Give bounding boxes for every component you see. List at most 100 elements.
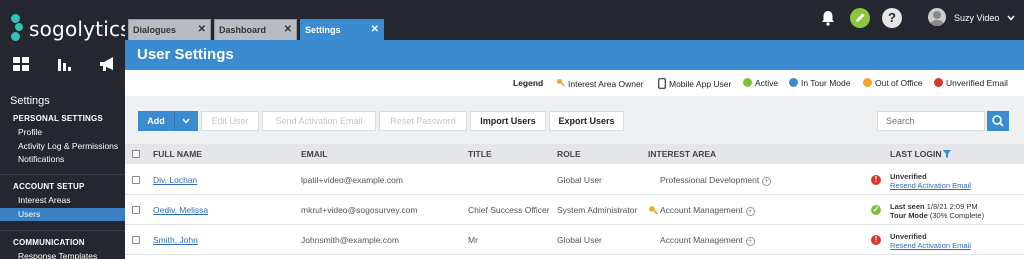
close-tab-icon[interactable]: ✕: [371, 24, 379, 35]
edit-user-button[interactable]: Edit User: [201, 111, 259, 131]
dashboard-grid-icon[interactable]: [12, 56, 30, 72]
last-login: Unverified Resend Activation Email: [890, 172, 971, 190]
edit-pencil-icon[interactable]: [850, 8, 870, 28]
user-name[interactable]: Suzy Video: [954, 13, 999, 23]
add-button[interactable]: Add: [138, 111, 174, 131]
reset-password-button[interactable]: Reset Password: [379, 111, 467, 131]
tab-label: Dialogues: [133, 25, 177, 35]
user-title: Chief Success Officer: [468, 205, 550, 215]
row-checkbox[interactable]: [132, 206, 140, 214]
bar-chart-icon[interactable]: [55, 56, 73, 72]
send-activation-email-button[interactable]: Send Activation Email: [262, 111, 376, 131]
unverified-icon: !: [871, 175, 881, 185]
user-interest-area: Account Management +: [660, 235, 755, 246]
mobile-icon: [658, 78, 666, 89]
filter-icon[interactable]: [943, 150, 951, 158]
user-email: mkrut+video@sogosurvey.com: [301, 205, 418, 215]
column-header-last-login[interactable]: LAST LOGIN: [890, 149, 941, 159]
communication-section: Communication Response Templates: [0, 238, 125, 259]
last-login: Last seen 1/8/21 2:09 PM Tour Mode (30% …: [890, 202, 985, 220]
sidebar-module-icons: [12, 56, 116, 72]
tab-dialogues[interactable]: Dialogues ✕: [128, 19, 211, 40]
legend: Legend Interest Area Owner Mobile App Us…: [125, 70, 1024, 96]
tab-settings[interactable]: Settings ✕: [300, 19, 384, 42]
active-check-icon: [743, 78, 752, 87]
out-of-office-icon: [863, 78, 872, 87]
user-role: Global User: [557, 175, 602, 185]
user-email: lpatil+video@example.com: [301, 175, 403, 185]
personal-settings-section: Personal Settings Profile Activity Log &…: [0, 114, 125, 167]
account-setup-header: Account Setup: [13, 182, 85, 191]
search-icon: [992, 115, 1004, 127]
user-interest-area: Professional Development +: [660, 175, 772, 186]
bell-icon[interactable]: [820, 10, 836, 26]
sidebar-item-profile[interactable]: Profile: [0, 126, 125, 140]
sidebar-divider: [0, 230, 125, 231]
users-table: FULL NAME EMAIL TITLE ROLE INTEREST AREA…: [125, 144, 1024, 259]
column-header-title[interactable]: TITLE: [468, 149, 492, 159]
chevron-down-icon: [182, 118, 190, 124]
tab-dashboard[interactable]: Dashboard ✕: [214, 19, 297, 40]
add-interest-area-icon[interactable]: +: [762, 177, 772, 186]
resend-activation-link[interactable]: Resend Activation Email: [890, 181, 971, 190]
add-interest-area-icon[interactable]: +: [745, 207, 755, 216]
column-header-role[interactable]: ROLE: [557, 149, 581, 159]
active-check-icon: ✓: [871, 205, 881, 215]
user-name-link[interactable]: Div, Lochan: [153, 175, 197, 185]
select-all-checkbox[interactable]: [132, 150, 140, 158]
add-interest-area-icon[interactable]: +: [745, 237, 755, 246]
user-name-link[interactable]: Oediv, Melissa: [153, 205, 208, 215]
unverified-icon: !: [871, 235, 881, 245]
search-button[interactable]: [987, 111, 1009, 131]
sidebar-item-notifications[interactable]: Notifications: [0, 153, 125, 167]
legend-item: Unverified Email: [934, 78, 1008, 88]
sidebar-item-interest-areas[interactable]: Interest Areas: [0, 194, 125, 208]
column-header-full-name[interactable]: FULL NAME: [153, 149, 202, 159]
user-role: System Administrator: [557, 205, 638, 215]
user-name-link[interactable]: Smith, John: [153, 235, 198, 245]
export-users-button[interactable]: Export Users: [549, 111, 624, 131]
unverified-icon: [934, 78, 943, 87]
table-row[interactable]: Oediv, Melissa mkrut+video@sogosurvey.co…: [125, 196, 1024, 225]
sidebar-item-users[interactable]: Users: [0, 207, 125, 221]
resend-activation-link[interactable]: Resend Activation Email: [890, 241, 971, 250]
sidebar-item-response-templates[interactable]: Response Templates: [0, 250, 125, 259]
row-checkbox[interactable]: [132, 176, 140, 184]
user-interest-area: Account Management +: [660, 205, 755, 216]
toolbar: Add Edit User Send Activation Email Rese…: [125, 96, 1024, 144]
search-input[interactable]: [877, 111, 985, 131]
logo-text: sogolytics: [29, 17, 131, 41]
account-setup-section: Account Setup Interest Areas Users: [0, 182, 125, 221]
legend-item: Out of Office: [863, 78, 923, 88]
close-tab-icon[interactable]: ✕: [198, 24, 206, 35]
column-header-interest-area[interactable]: INTEREST AREA: [648, 149, 716, 159]
communication-header: Communication: [13, 238, 85, 247]
megaphone-icon[interactable]: [98, 56, 116, 72]
tour-mode-icon: [789, 78, 798, 87]
sidebar-divider: [0, 174, 125, 175]
key-icon: [649, 206, 658, 215]
close-tab-icon[interactable]: ✕: [284, 24, 292, 35]
user-title: Mr: [468, 235, 478, 245]
sidebar-item-activity-log[interactable]: Activity Log & Permissions: [0, 140, 125, 154]
tab-label: Dashboard: [219, 25, 267, 35]
add-dropdown-button[interactable]: [174, 111, 198, 131]
column-header-email[interactable]: EMAIL: [301, 149, 327, 159]
help-icon[interactable]: ?: [882, 8, 902, 28]
table-row[interactable]: Div, Lochan lpatil+video@example.com Glo…: [125, 166, 1024, 195]
personal-settings-header: Personal Settings: [13, 114, 103, 123]
legend-item: Mobile App User: [658, 78, 731, 89]
logo-mark-icon: [10, 14, 24, 44]
table-row[interactable]: Smith, John Johnsmith@example.com Mr Glo…: [125, 226, 1024, 255]
chevron-down-icon[interactable]: [1006, 13, 1016, 23]
legend-item: Interest Area Owner: [556, 78, 644, 89]
legend-label: Legend: [513, 78, 544, 88]
sidebar: sogolytics Settings Personal Settings Pr…: [0, 0, 131, 259]
table-header: FULL NAME EMAIL TITLE ROLE INTEREST AREA…: [125, 144, 1024, 164]
avatar[interactable]: [928, 8, 946, 26]
logo[interactable]: sogolytics: [10, 14, 131, 44]
page-title: User Settings: [137, 46, 234, 63]
row-checkbox[interactable]: [132, 236, 140, 244]
import-users-button[interactable]: Import Users: [470, 111, 546, 131]
page-header: User Settings: [125, 40, 1024, 70]
